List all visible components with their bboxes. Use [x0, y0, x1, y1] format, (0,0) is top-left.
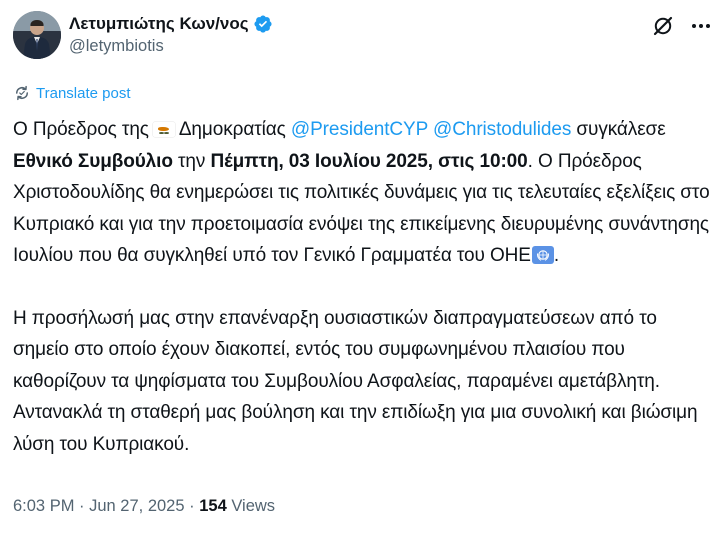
- bold-segment: Πέμπτη, 03 Ιουλίου 2025, στις: [210, 150, 475, 172]
- more-icon[interactable]: [689, 14, 713, 38]
- post-time[interactable]: 6:03 PM: [13, 497, 74, 515]
- views-count: 154: [199, 497, 227, 515]
- text-segment: Δημοκρατίας: [178, 119, 286, 140]
- grok-icon[interactable]: [651, 14, 675, 38]
- meta-separator: ·: [184, 497, 200, 515]
- post-date[interactable]: Jun 27, 2025: [89, 497, 184, 515]
- translate-post-link[interactable]: Translate post: [13, 84, 131, 102]
- tweet-header: Λετυμπιώτης Κων/νος @letymbiotis: [13, 10, 715, 62]
- verified-badge-icon[interactable]: [253, 14, 273, 34]
- mention-president-cyp[interactable]: @PresidentCYP: [291, 119, 428, 140]
- paragraph-1: Ο Πρόεδρος της Δημοκρατίας @PresidentCYP …: [13, 114, 713, 272]
- meta-separator: ·: [74, 497, 90, 515]
- handle[interactable]: @letymbiotis: [69, 37, 273, 56]
- tweet: Λετυμπιώτης Κων/νος @letymbiotis Transla…: [0, 0, 727, 538]
- tweet-text: Ο Πρόεδρος της Δημοκρατίας @PresidentCYP …: [13, 114, 713, 460]
- name-row: Λετυμπιώτης Κων/νος: [69, 12, 273, 36]
- text-segment: συγκάλεσε: [576, 119, 666, 140]
- united-nations-flag-emoji: [531, 246, 554, 264]
- tweet-meta: 6:03 PM · Jun 27, 2025 · 154 Views: [13, 497, 275, 516]
- views-label: Views: [226, 497, 276, 515]
- display-name[interactable]: Λετυμπιώτης Κων/νος: [69, 14, 249, 34]
- avatar[interactable]: [13, 11, 61, 59]
- author-names: Λετυμπιώτης Κων/νος @letymbiotis: [69, 12, 273, 56]
- paragraph-2: Η προσήλωσή μας στην επανέναρξη ουσιαστι…: [13, 307, 698, 455]
- text-segment: Ο Πρόεδρος της: [13, 119, 149, 140]
- text-segment: την: [178, 150, 206, 172]
- translate-icon: [16, 85, 28, 101]
- translate-label: Translate post: [36, 84, 131, 102]
- mention-christodulides[interactable]: @Christodulides: [433, 119, 571, 140]
- bold-segment: Εθνικό Συμβούλιο: [13, 150, 173, 172]
- bold-segment: 10:00: [479, 150, 528, 172]
- text-segment: .: [553, 245, 560, 266]
- cyprus-flag-emoji: [152, 122, 175, 137]
